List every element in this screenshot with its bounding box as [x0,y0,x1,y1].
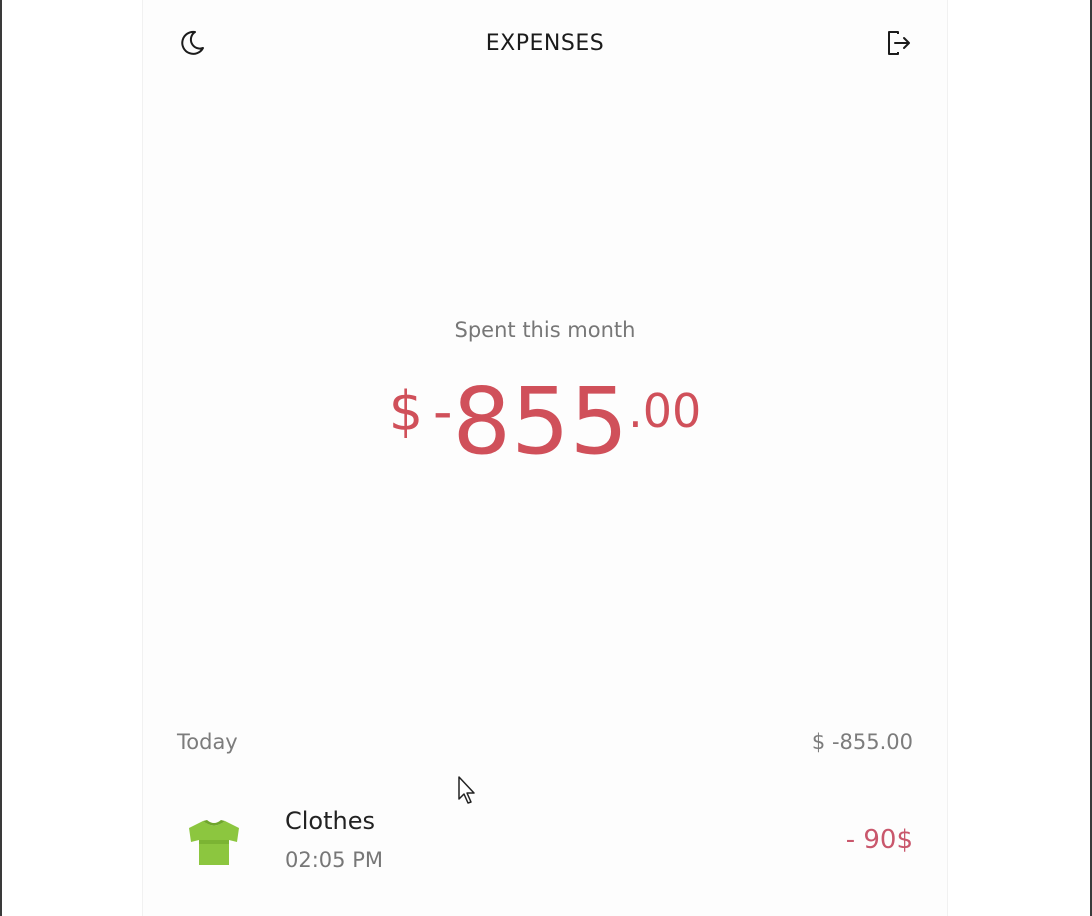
app-screen: EXPENSES Spent this month $ -855.00 Today… [143,0,947,916]
amount-currency: $ [388,380,424,443]
day-group-label: Today [177,730,238,754]
shirt-icon [185,818,243,868]
transaction-amount: - 90$ [845,825,913,855]
mouse-cursor-icon [457,775,479,807]
day-group-total: $ -855.00 [811,730,913,754]
app-header: EXPENSES [143,0,947,90]
page-title: EXPENSES [485,31,605,56]
transaction-row[interactable]: Clothes 02:05 PM - 90$ [143,795,947,885]
transaction-name: Clothes [285,807,375,835]
amount-sign: - [433,380,453,443]
monthly-total-amount: $ -855.00 [143,372,947,472]
spent-this-month-label: Spent this month [454,318,636,342]
transaction-time: 02:05 PM [285,848,383,872]
window-border-left [0,0,2,916]
amount-decimal: .00 [628,384,702,438]
logout-icon[interactable] [883,28,913,58]
amount-integer: 855 [452,368,629,475]
